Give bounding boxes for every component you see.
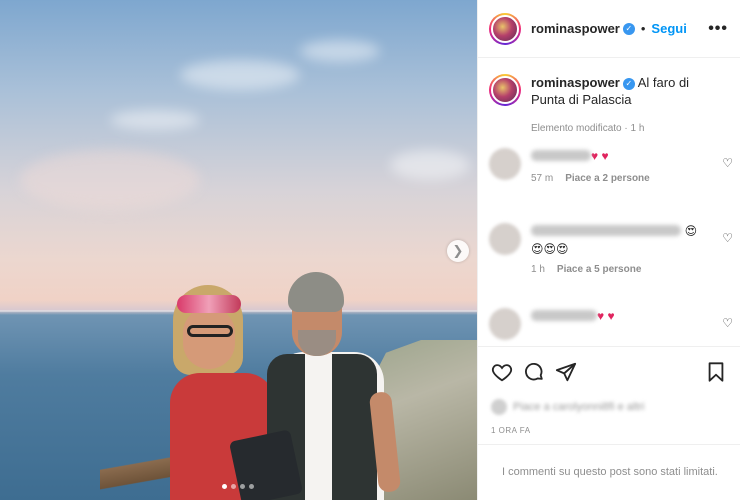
likes-prefix: Piace a <box>513 401 550 413</box>
comment-time: 57 m <box>531 173 554 184</box>
blurred-username[interactable] <box>531 150 591 161</box>
heart-icon[interactable] <box>490 360 514 384</box>
comment-text: 😍 <box>684 224 698 238</box>
verified-badge-icon: ✓ <box>622 22 635 35</box>
blurred-username[interactable] <box>531 310 597 321</box>
comments-limited-notice: I commenti su questo post sono stati lim… <box>478 444 740 498</box>
follow-button[interactable]: Segui <box>651 21 686 36</box>
avatar[interactable] <box>489 12 521 45</box>
header-username[interactable]: rominaspower <box>531 21 620 36</box>
caption-username[interactable]: rominaspower <box>531 75 620 90</box>
cloud <box>300 40 380 62</box>
avatar[interactable] <box>489 74 521 106</box>
share-icon[interactable] <box>554 360 578 384</box>
carousel-dot <box>249 484 254 489</box>
post-header: rominaspower ✓ • Segui ••• <box>478 0 740 58</box>
post-timestamp[interactable]: 1 ORA FA <box>478 418 740 444</box>
headband <box>177 295 241 313</box>
heart-icon[interactable]: ♡ <box>722 316 733 330</box>
cloud <box>110 110 200 130</box>
likes-summary[interactable]: Piace a carolyonni8fi e altri <box>478 396 740 418</box>
glasses <box>187 325 233 337</box>
carousel-dots <box>222 484 254 489</box>
cloud <box>390 150 470 180</box>
blurred-username[interactable] <box>531 225 681 236</box>
woman-face <box>183 307 235 369</box>
comments-area[interactable]: rominaspower ✓ Al faro di Punta di Palasc… <box>478 58 740 346</box>
avatar[interactable] <box>489 308 521 340</box>
chevron-right-icon[interactable]: ❯ <box>447 240 469 262</box>
likes-users[interactable]: carolyonni8fi e altri <box>553 401 645 413</box>
post-side-panel: rominaspower ✓ • Segui ••• rominaspower ✓… <box>477 0 740 500</box>
carousel-dot <box>240 484 245 489</box>
vest-right <box>332 354 377 500</box>
comment-item: ♥ ♥ 57 m Piace a 2 persone ♡ <box>478 148 740 223</box>
avatar[interactable] <box>489 223 521 255</box>
heart-icon[interactable]: ♡ <box>722 231 733 245</box>
carousel-dot <box>231 484 236 489</box>
cloud <box>180 60 300 90</box>
comment-item: 😍 😍😍😍 1 h Piace a 5 persone ♡ <box>478 223 740 308</box>
carousel-dot <box>222 484 227 489</box>
more-options-icon[interactable]: ••• <box>708 20 728 38</box>
post-photo[interactable]: ❯ <box>0 0 477 500</box>
avatar <box>491 399 507 415</box>
comment-text: ♥ ♥ <box>597 309 615 323</box>
comment-likes[interactable]: Piace a 5 persone <box>557 264 642 275</box>
comment-item: ♥ ♥ ♡ <box>478 308 740 346</box>
post-actions <box>478 346 740 396</box>
comment-text-2: 😍😍😍 <box>531 242 569 256</box>
comment-text: ♥ ♥ <box>591 149 609 163</box>
cloud <box>20 150 200 210</box>
verified-badge-icon: ✓ <box>622 77 635 90</box>
comment-likes[interactable]: Piace a 2 persone <box>565 173 650 184</box>
bookmark-icon[interactable] <box>704 360 728 384</box>
caption: rominaspower ✓ Al faro di Punta di Palasc… <box>478 58 740 148</box>
man-hair <box>288 272 344 312</box>
heart-icon[interactable]: ♡ <box>722 156 733 170</box>
comment-icon[interactable] <box>522 360 546 384</box>
caption-meta: Elemento modificato · 1 h <box>531 123 645 134</box>
handbag <box>228 429 304 500</box>
separator: • <box>640 21 646 36</box>
comment-time: 1 h <box>531 264 545 275</box>
avatar[interactable] <box>489 148 521 180</box>
